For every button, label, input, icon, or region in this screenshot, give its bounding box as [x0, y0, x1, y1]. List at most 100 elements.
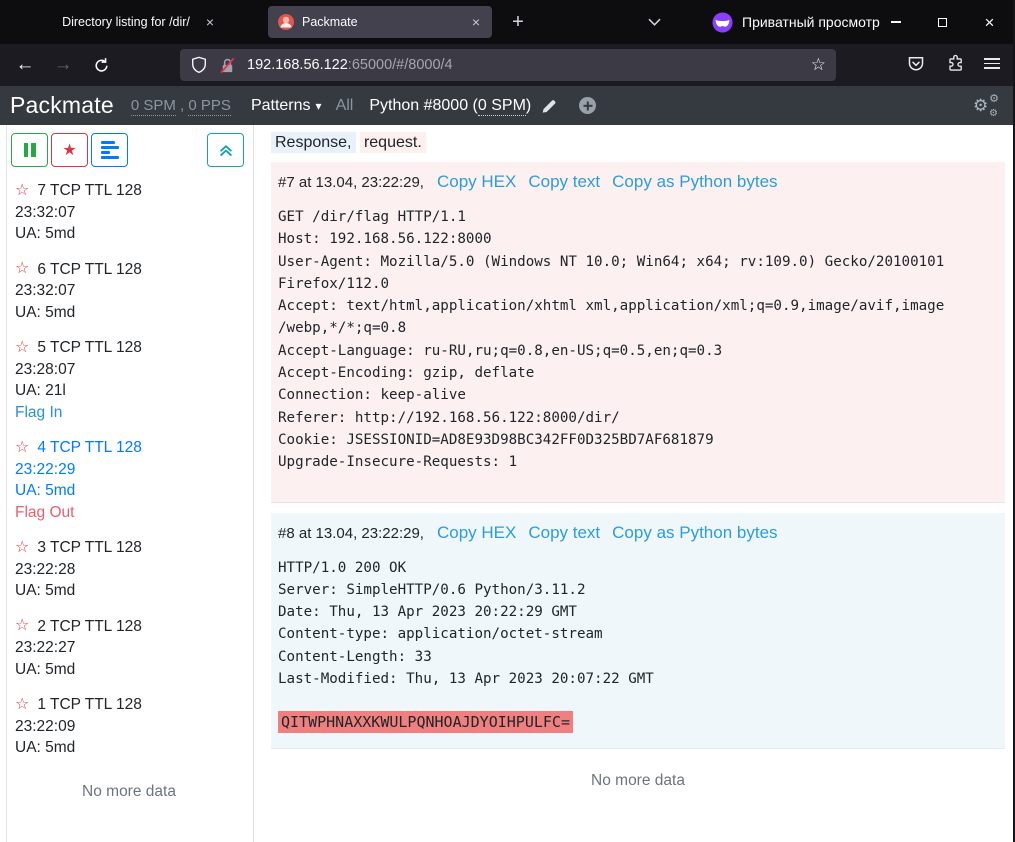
stream-user-agent: UA: 5md	[15, 480, 243, 502]
favorites-filter-button[interactable]: ★	[51, 133, 88, 167]
insecure-lock-icon[interactable]	[218, 56, 237, 75]
tab-close-icon[interactable]: ×	[200, 12, 220, 32]
settings-button[interactable]: ⚙ ⚙ ⚙	[973, 94, 999, 118]
gear-small-icon: ⚙	[989, 92, 999, 105]
star-icon: ★	[62, 140, 76, 160]
close-window-button[interactable]: ×	[966, 0, 1013, 44]
pocket-save-icon[interactable]	[906, 54, 926, 74]
copy-python-bytes-link[interactable]: Copy as Python bytes	[612, 172, 777, 192]
active-pattern[interactable]: Python #8000 (0 SPM)	[369, 97, 531, 115]
packet-header: #8 at 13.04, 23:22:29, Copy HEX Copy tex…	[278, 523, 997, 543]
bookmark-star-icon[interactable]: ☆	[811, 55, 826, 75]
favorite-star-icon[interactable]: ☆	[15, 618, 29, 634]
sidebar-no-more-data: No more data	[15, 783, 243, 801]
stream-item-3[interactable]: ☆3 TCP TTL 128 23:22:28 UA: 5md	[15, 537, 243, 602]
stream-item-1[interactable]: ☆1 TCP TTL 128 23:22:09 UA: 5md	[15, 694, 243, 759]
stream-item-2[interactable]: ☆ 2 TCP TTL 128 23:22:27 UA: 5md	[15, 616, 243, 681]
tab-packmate[interactable]: Packmate ×	[268, 6, 492, 38]
packet-meta: #7 at 13.04, 23:22:29,	[278, 174, 424, 191]
legend-response: Response,	[271, 132, 356, 153]
packet-card-7: #7 at 13.04, 23:22:29, Copy HEX Copy tex…	[271, 162, 1005, 503]
copy-text-link[interactable]: Copy text	[528, 172, 600, 192]
pattern-name: Python #8000 (	[369, 97, 478, 114]
url-bar[interactable]: 192.168.56.122:65000/#/8000/4 ☆	[180, 49, 836, 81]
packet-header: #7 at 13.04, 23:22:29, Copy HEX Copy tex…	[278, 172, 997, 192]
pause-capture-button[interactable]	[11, 133, 48, 167]
private-badge-label: Приватный просмотр	[742, 14, 880, 30]
favorite-star-icon[interactable]: ☆	[15, 340, 29, 356]
menu-hamburger-icon[interactable]	[984, 58, 1000, 69]
stream-item-5[interactable]: ☆5 TCP TTL 128 23:28:07 UA: 21l Flag In	[15, 337, 243, 423]
list-all-tabs-icon[interactable]	[648, 18, 661, 26]
extensions-puzzle-icon[interactable]	[946, 54, 965, 73]
stream-title: 3 TCP TTL 128	[37, 537, 142, 559]
url-text: 192.168.56.122:65000/#/8000/4	[247, 57, 453, 73]
tab-close-icon[interactable]: ×	[466, 12, 486, 32]
copy-text-link[interactable]: Copy text	[528, 523, 600, 543]
stats-separator: ,	[176, 97, 189, 114]
streams-sidebar: ★ ☆7 TCP TTL 128 23:32:07 UA: 5md ☆6 TCP…	[0, 125, 254, 842]
favorite-star-icon[interactable]: ☆	[15, 540, 29, 556]
spm-stat: 0 SPM	[131, 97, 176, 116]
stream-title: 4 TCP TTL 128	[37, 437, 142, 459]
tracking-shield-icon[interactable]	[190, 56, 208, 74]
maximize-icon	[938, 18, 947, 27]
patterns-dropdown[interactable]: Patterns ▾	[251, 97, 322, 115]
packmate-appbar: Packmate 0 SPM , 0 PPS Patterns ▾ All Py…	[0, 86, 1015, 125]
browser-toolbar: ← → 192.168.56.122:65000/#/8000/4 ☆	[0, 44, 1015, 86]
stream-time: 23:22:27	[15, 637, 243, 659]
sidebar-toolbar: ★	[0, 125, 253, 167]
legend-request: request.	[360, 132, 426, 153]
reload-button[interactable]	[86, 50, 116, 80]
list-view-button[interactable]	[91, 133, 128, 167]
forward-button[interactable]: →	[48, 50, 78, 80]
packet-payload: HTTP/1.0 200 OK Server: SimpleHTTP/0.6 P…	[278, 557, 997, 691]
stream-title: 7 TCP TTL 128	[37, 180, 142, 202]
reload-icon	[93, 57, 110, 74]
packet-view: Response, request. #7 at 13.04, 23:22:29…	[254, 125, 1015, 842]
favorite-star-icon[interactable]: ☆	[15, 261, 29, 277]
favorite-star-icon[interactable]: ☆	[15, 440, 29, 456]
scroll-top-button[interactable]	[207, 133, 244, 167]
favorite-star-icon[interactable]: ☆	[15, 183, 29, 199]
stream-item-6[interactable]: ☆6 TCP TTL 128 23:32:07 UA: 5md	[15, 259, 243, 324]
stream-item-4-selected[interactable]: ☆ 4 TCP TTL 128 23:22:29 UA: 5md Flag Out	[15, 437, 243, 523]
flag-out-link[interactable]: Flag Out	[15, 502, 243, 524]
patterns-label: Patterns	[251, 97, 311, 115]
stream-user-agent: UA: 5md	[15, 223, 243, 245]
stream-title: 2 TCP TTL 128	[37, 616, 142, 638]
add-pattern-button[interactable]	[579, 97, 596, 114]
all-streams-link[interactable]: All	[336, 97, 354, 115]
copy-python-bytes-link[interactable]: Copy as Python bytes	[612, 523, 777, 543]
stream-title: 1 TCP TTL 128	[37, 694, 142, 716]
flag-in-link[interactable]: Flag In	[15, 402, 243, 424]
copy-hex-link[interactable]: Copy HEX	[437, 172, 516, 192]
maximize-button[interactable]	[919, 0, 966, 44]
pps-stat: 0 PPS	[188, 97, 231, 116]
favorite-star-icon[interactable]: ☆	[15, 697, 29, 713]
stream-item-7[interactable]: ☆7 TCP TTL 128 23:32:07 UA: 5md	[15, 180, 243, 245]
minimize-button[interactable]	[872, 0, 919, 44]
copy-hex-link[interactable]: Copy HEX	[437, 523, 516, 543]
content-area: ★ ☆7 TCP TTL 128 23:32:07 UA: 5md ☆6 TCP…	[0, 125, 1015, 842]
url-path: :65000/#/8000/4	[348, 57, 453, 73]
gear-icon: ⚙	[973, 96, 988, 116]
packet-card-8: #8 at 13.04, 23:22:29, Copy HEX Copy tex…	[271, 513, 1005, 749]
private-mask-icon	[712, 12, 733, 33]
new-tab-button[interactable]: +	[504, 8, 532, 36]
traffic-stats: 0 SPM , 0 PPS	[131, 97, 231, 114]
url-host: 192.168.56.122	[247, 57, 348, 73]
window-controls: ×	[872, 0, 1013, 44]
matched-pattern-highlight: QITWPHNAXXKWULPQNHOAJDYOIHPULFC=	[278, 711, 573, 733]
app-brand[interactable]: Packmate	[10, 92, 114, 119]
angles-up-icon	[219, 143, 233, 157]
pattern-close-paren: )	[526, 97, 531, 114]
stream-time: 23:22:29	[15, 459, 243, 481]
stream-time: 23:22:28	[15, 559, 243, 581]
edit-pattern-button[interactable]	[541, 98, 557, 114]
back-button[interactable]: ←	[10, 50, 40, 80]
stream-user-agent: UA: 5md	[15, 659, 243, 681]
tab-directory-listing[interactable]: Directory listing for /dir/ ×	[12, 6, 262, 38]
packmate-favicon-icon	[278, 14, 294, 30]
pause-icon	[24, 143, 29, 157]
